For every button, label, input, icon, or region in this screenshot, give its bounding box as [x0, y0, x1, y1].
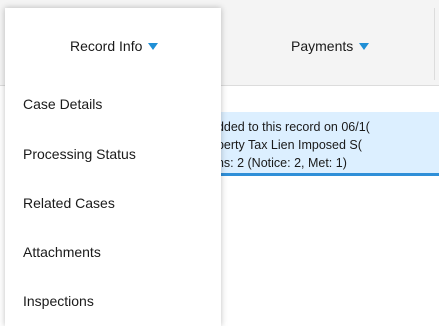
- menu-item-processing-status[interactable]: Processing Status: [23, 143, 136, 165]
- tab-payments[interactable]: Payments: [291, 36, 370, 56]
- notice-line-2: operty Tax Lien Imposed S(: [210, 138, 362, 152]
- record-info-dropdown-header: Record Info: [5, 8, 221, 86]
- tab-record-info[interactable]: Record Info: [70, 36, 159, 56]
- tab-payments-label: Payments: [291, 38, 354, 54]
- notice-line-1: added to this record on 06/1(: [210, 120, 370, 134]
- caret-down-icon: [359, 43, 370, 50]
- nav-divider: [434, 8, 435, 80]
- record-info-dropdown: Record Info Case Details Processing Stat…: [5, 8, 221, 326]
- notice-line-3: ons: 2 (Notice: 2, Met: 1): [210, 156, 347, 170]
- menu-item-inspections[interactable]: Inspections: [23, 290, 94, 312]
- menu-item-related-cases[interactable]: Related Cases: [23, 192, 115, 214]
- page: Payments added to this record on 06/1( o…: [0, 0, 439, 326]
- menu-item-attachments[interactable]: Attachments: [23, 241, 101, 263]
- caret-down-icon: [148, 43, 159, 50]
- tab-record-info-label: Record Info: [70, 38, 143, 54]
- menu-item-case-details[interactable]: Case Details: [23, 93, 102, 115]
